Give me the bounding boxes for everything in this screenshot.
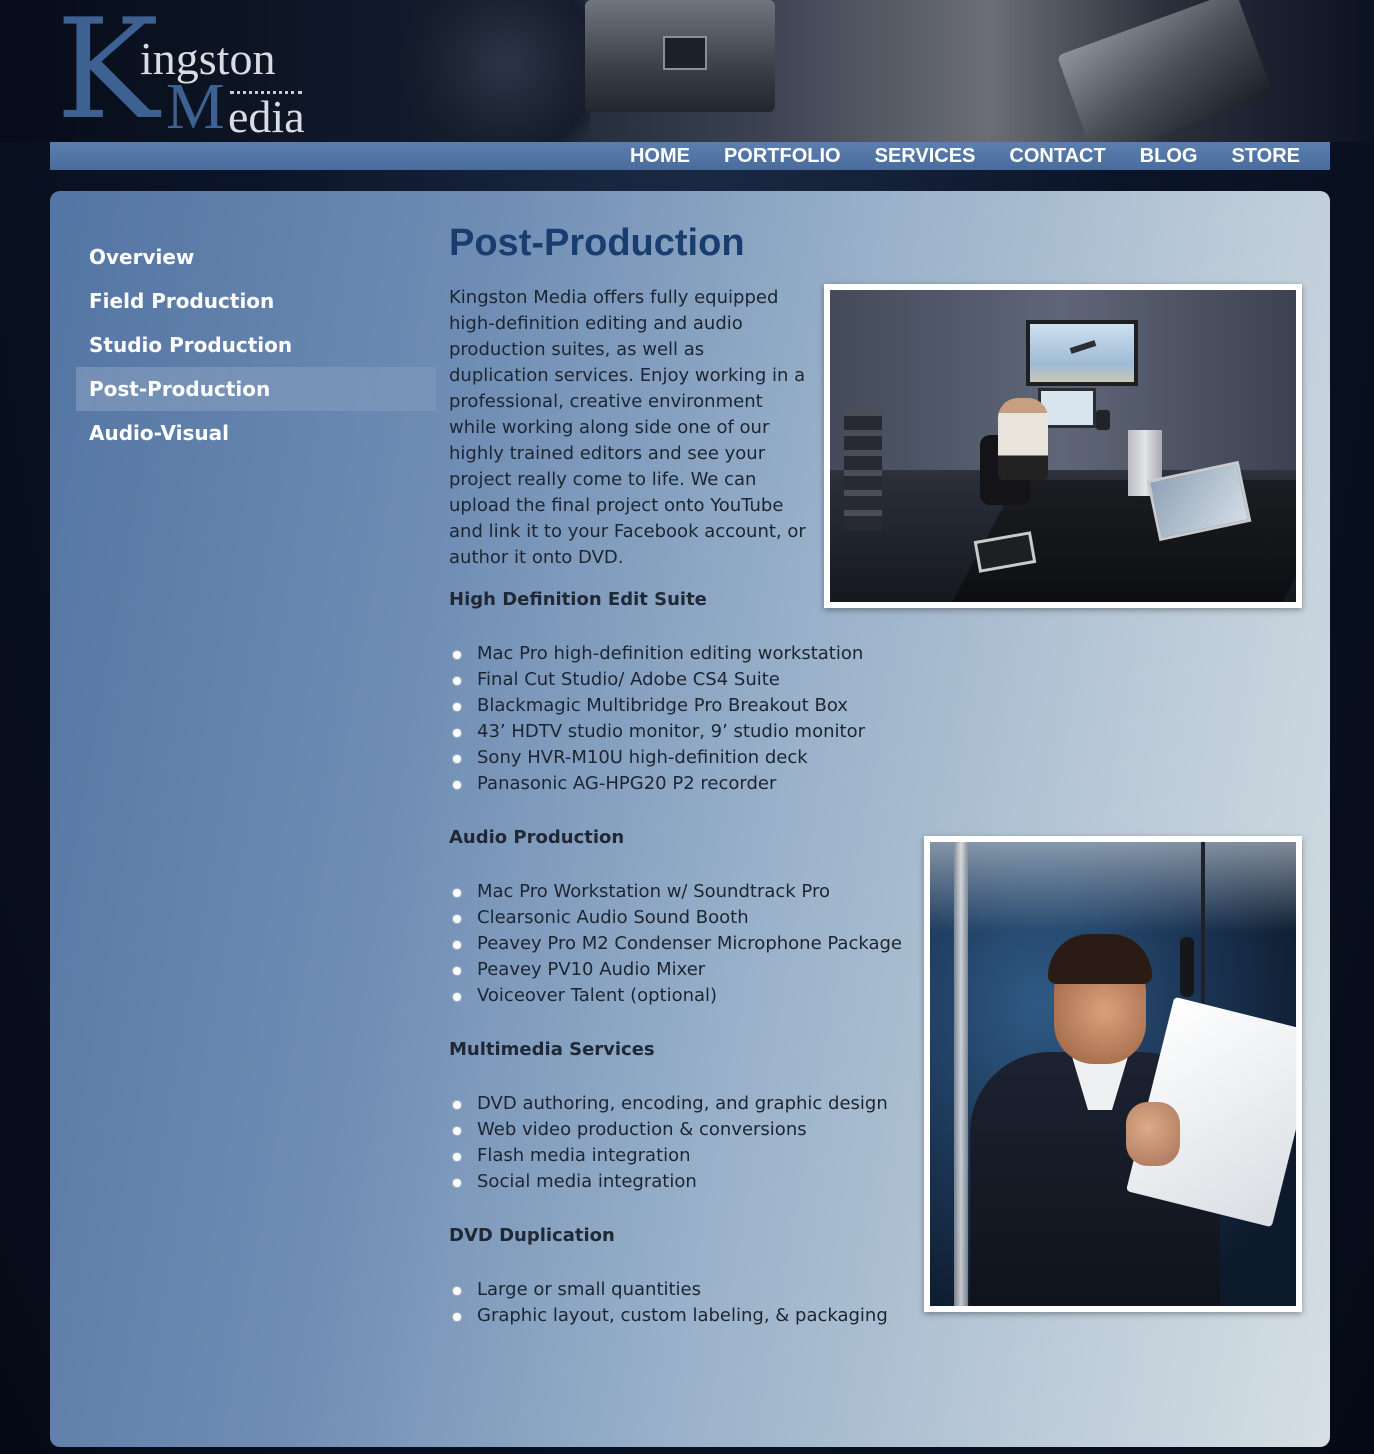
kingston-media-logo[interactable]: K ingston M edia: [56, 0, 306, 142]
hd-edit-suite-list: Mac Pro high-definition editing workstat…: [449, 641, 865, 797]
page-title: Post-Production: [449, 222, 745, 264]
camera-equipment-image: [585, 0, 775, 112]
dvd-duplication-list: Large or small quantities Graphic layout…: [449, 1277, 888, 1329]
edit-suite-photo: [824, 284, 1302, 608]
list-item: Final Cut Studio/ Adobe CS4 Suite: [449, 667, 865, 693]
section-title-hd-edit-suite: High Definition Edit Suite: [449, 589, 707, 610]
nav-store[interactable]: STORE: [1231, 142, 1300, 170]
sidebar-item-studio-production[interactable]: Studio Production: [76, 323, 436, 367]
sidebar-item-overview[interactable]: Overview: [76, 235, 436, 279]
studio-light-image: [1056, 0, 1274, 142]
section-title-audio-production: Audio Production: [449, 827, 625, 848]
audio-production-list: Mac Pro Workstation w/ Soundtrack Pro Cl…: [449, 879, 902, 1009]
multimedia-services-list: DVD authoring, encoding, and graphic des…: [449, 1091, 888, 1195]
list-item: Mac Pro Workstation w/ Soundtrack Pro: [449, 879, 902, 905]
content-panel: Overview Field Production Studio Product…: [50, 191, 1330, 1447]
sidebar: Overview Field Production Studio Product…: [76, 235, 436, 455]
voiceover-booth-photo: [924, 836, 1302, 1312]
logo-letter-m: M: [166, 70, 225, 142]
main-content: Post-Production Kingston Media offers fu…: [449, 215, 1309, 1326]
list-item: Mac Pro high-definition editing workstat…: [449, 641, 865, 667]
list-item: Panasonic AG-HPG20 P2 recorder: [449, 771, 865, 797]
nav-services[interactable]: SERVICES: [875, 142, 976, 170]
sidebar-item-post-production[interactable]: Post-Production: [76, 367, 436, 411]
section-title-dvd-duplication: DVD Duplication: [449, 1225, 615, 1246]
list-item: Peavey Pro M2 Condenser Microphone Packa…: [449, 931, 902, 957]
nav-blog[interactable]: BLOG: [1140, 142, 1198, 170]
list-item: Clearsonic Audio Sound Booth: [449, 905, 902, 931]
list-item: Blackmagic Multibridge Pro Breakout Box: [449, 693, 865, 719]
list-item: Large or small quantities: [449, 1277, 888, 1303]
list-item: 43’ HDTV studio monitor, 9’ studio monit…: [449, 719, 865, 745]
header-banner: K ingston M edia: [0, 0, 1374, 142]
logo-text-edia: edia: [228, 91, 305, 142]
camera-silhouette: [380, 0, 590, 142]
list-item: Sony HVR-M10U high-definition deck: [449, 745, 865, 771]
logo-film-strip: [230, 91, 302, 94]
sidebar-item-audio-visual[interactable]: Audio-Visual: [76, 411, 436, 455]
nav-contact[interactable]: CONTACT: [1009, 142, 1105, 170]
nav-portfolio[interactable]: PORTFOLIO: [724, 142, 841, 170]
section-title-multimedia-services: Multimedia Services: [449, 1039, 655, 1060]
list-item: Social media integration: [449, 1169, 888, 1195]
list-item: Peavey PV10 Audio Mixer: [449, 957, 902, 983]
list-item: Web video production & conversions: [449, 1117, 888, 1143]
list-item: DVD authoring, encoding, and graphic des…: [449, 1091, 888, 1117]
list-item: Voiceover Talent (optional): [449, 983, 902, 1009]
main-nav: HOME PORTFOLIO SERVICES CONTACT BLOG STO…: [50, 142, 1330, 170]
intro-paragraph: Kingston Media offers fully equipped hig…: [449, 287, 806, 568]
sidebar-item-field-production[interactable]: Field Production: [76, 279, 436, 323]
nav-items: HOME PORTFOLIO SERVICES CONTACT BLOG STO…: [630, 142, 1300, 170]
list-item: Flash media integration: [449, 1143, 888, 1169]
list-item: Graphic layout, custom labeling, & packa…: [449, 1303, 888, 1329]
nav-home[interactable]: HOME: [630, 142, 690, 170]
